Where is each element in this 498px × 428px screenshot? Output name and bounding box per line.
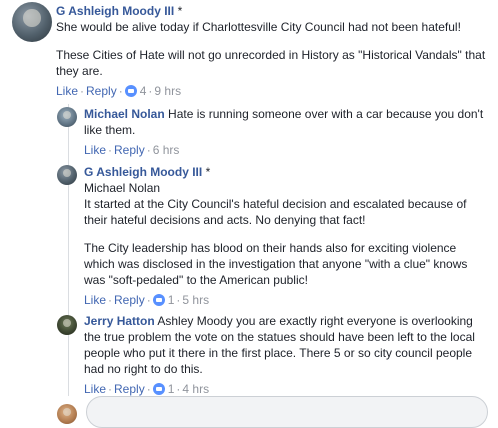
comment-body: G Ashleigh Moody III *: [84, 164, 488, 180]
avatar[interactable]: [57, 165, 77, 185]
comment-author[interactable]: G Ashleigh Moody III: [56, 4, 174, 18]
timestamp[interactable]: 5 hrs: [182, 293, 209, 307]
comment-author[interactable]: Jerry Hatton: [84, 314, 155, 328]
comment-paragraph: She would be alive today if Charlottesvi…: [56, 20, 461, 34]
comment-paragraph: These Cities of Hate will not go unrecor…: [56, 48, 486, 78]
comment: G Ashleigh Moody III * She would be aliv…: [56, 3, 492, 99]
comment-paragraph: It started at the City Council's hateful…: [84, 197, 467, 227]
reply-link[interactable]: Reply: [114, 143, 145, 157]
comment-actions: Like · Reply · 1 · 5 hrs: [84, 293, 210, 307]
like-icon[interactable]: [152, 294, 165, 306]
comment-body: Jerry Hatton Ashley Moody you are exactl…: [84, 313, 488, 377]
avatar[interactable]: [57, 107, 77, 127]
author-marker: *: [205, 165, 211, 179]
avatar: [57, 404, 77, 424]
reply-link[interactable]: Reply: [114, 382, 145, 396]
comment-paragraph: The City leadership has blood on their h…: [84, 241, 468, 287]
reply-link[interactable]: Reply: [114, 293, 145, 307]
comment: Michael Nolan Hate is running someone ov…: [84, 106, 488, 158]
comment-body: Michael Nolan Hate is running someone ov…: [84, 106, 488, 138]
reply-input[interactable]: [86, 396, 488, 428]
comment-text: Michael Nolan It started at the City Cou…: [84, 180, 488, 288]
like-link[interactable]: Like: [56, 84, 78, 98]
timestamp[interactable]: 4 hrs: [182, 382, 209, 396]
comment-actions: Like · Reply · 6 hrs: [84, 143, 180, 157]
avatar[interactable]: [12, 2, 52, 42]
thread-line: [68, 104, 69, 396]
comment-actions: Like · Reply · 1 · 4 hrs: [84, 382, 210, 396]
timestamp[interactable]: 6 hrs: [153, 143, 180, 157]
like-icon[interactable]: [152, 383, 165, 395]
avatar[interactable]: [57, 315, 77, 335]
like-link[interactable]: Like: [84, 143, 106, 157]
reply-link[interactable]: Reply: [86, 84, 117, 98]
like-icon[interactable]: [124, 85, 137, 97]
comment-author[interactable]: Michael Nolan: [84, 107, 165, 121]
comment: Jerry Hatton Ashley Moody you are exactl…: [84, 313, 488, 397]
mention[interactable]: Michael Nolan: [84, 180, 488, 196]
comment-actions: Like · Reply · 4 · 9 hrs: [56, 84, 182, 98]
comment: G Ashleigh Moody III * Michael Nolan It …: [84, 164, 488, 308]
comment-author[interactable]: G Ashleigh Moody III: [84, 165, 202, 179]
timestamp[interactable]: 9 hrs: [154, 84, 181, 98]
like-link[interactable]: Like: [84, 293, 106, 307]
comment-text: She would be alive today if Charlottesvi…: [56, 19, 492, 79]
comment-body: G Ashleigh Moody III *: [56, 3, 492, 19]
author-marker: *: [177, 4, 183, 18]
like-link[interactable]: Like: [84, 382, 106, 396]
